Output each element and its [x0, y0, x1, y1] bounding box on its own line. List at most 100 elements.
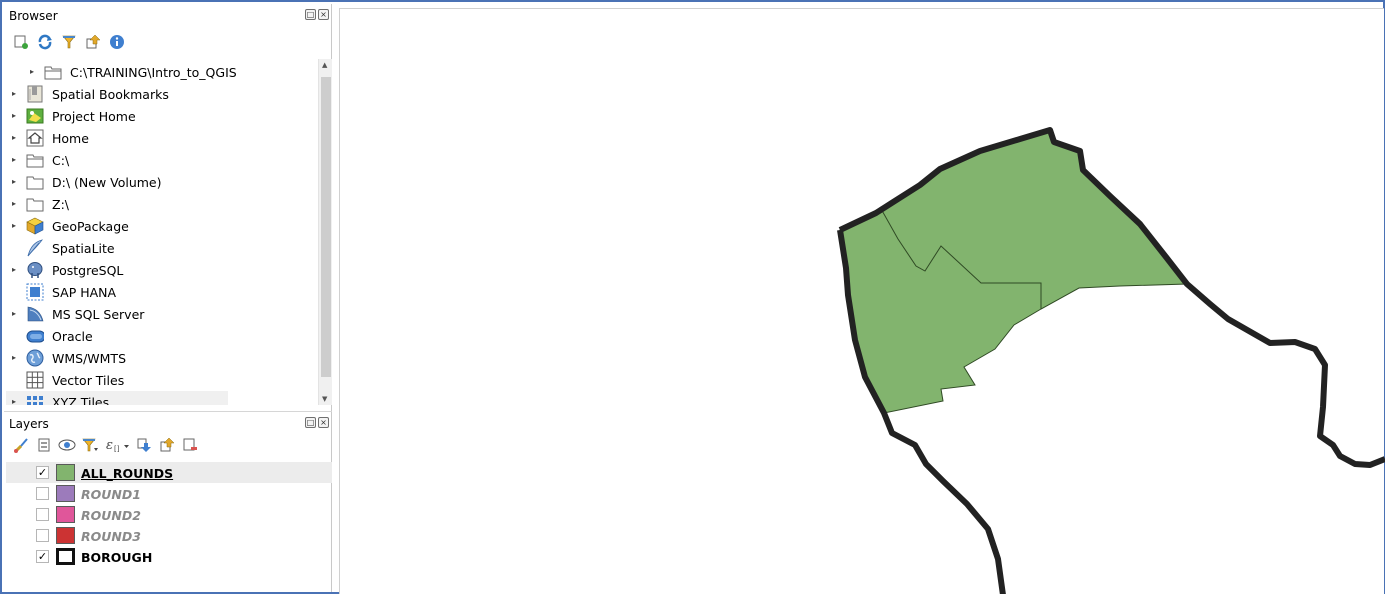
- tree-item-xyz-tiles[interactable]: ▸ XYZ Tiles: [6, 391, 228, 405]
- tree-item-project-home[interactable]: ▸ Project Home: [6, 105, 318, 127]
- expand-arrow-icon[interactable]: ▸: [12, 134, 20, 142]
- filter-icon[interactable]: [60, 33, 78, 51]
- tree-item-home[interactable]: ▸ Home: [6, 127, 318, 149]
- expand-arrow-icon[interactable]: ▸: [12, 90, 20, 98]
- home-icon: [26, 129, 44, 147]
- tree-item-spatial-bookmarks[interactable]: ▸ Spatial Bookmarks: [6, 83, 318, 105]
- tree-item-label: C:\: [52, 153, 70, 168]
- tree-item-z-drive[interactable]: ▸ Z:\: [6, 193, 318, 215]
- float-dock-button[interactable]: □: [305, 9, 316, 20]
- globe-icon: [26, 349, 44, 367]
- layer-name: ROUND1: [81, 487, 141, 502]
- sap-hana-icon: [26, 283, 44, 301]
- layer-symbol-swatch[interactable]: [56, 548, 75, 565]
- expand-all-icon[interactable]: [135, 436, 153, 454]
- tree-item-d-drive[interactable]: ▸ D:\ (New Volume): [6, 171, 318, 193]
- layer-name: ALL_ROUNDS: [81, 466, 174, 481]
- folder-icon: [26, 195, 44, 213]
- tree-item-label: XYZ Tiles: [52, 395, 110, 405]
- remove-layer-icon[interactable]: [181, 436, 199, 454]
- layer-visibility-checkbox[interactable]: [36, 529, 49, 542]
- scroll-down-arrow-icon[interactable]: ▼: [322, 395, 327, 403]
- svg-text:ε: ε: [106, 438, 113, 453]
- expand-arrow-icon[interactable]: ▸: [12, 266, 20, 274]
- layer-visibility-checkbox[interactable]: [36, 508, 49, 521]
- expand-arrow-icon[interactable]: ▸: [12, 200, 20, 208]
- browser-dock-header: Browser □ ×: [4, 4, 332, 26]
- layers-tree: ✓ ALL_ROUNDS ROUND1 ROUND2 ROUND3 ✓ BORO…: [6, 462, 332, 592]
- tree-item-oracle[interactable]: Oracle: [6, 325, 318, 347]
- tree-item-wms-wmts[interactable]: ▸ WMS/WMTS: [6, 347, 318, 369]
- refresh-icon[interactable]: [36, 33, 54, 51]
- expand-arrow-icon[interactable]: ▸: [12, 178, 20, 186]
- add-group-icon[interactable]: [35, 436, 53, 454]
- expression-filter-icon[interactable]: ε[]: [104, 436, 130, 454]
- close-dock-button[interactable]: ×: [318, 417, 329, 428]
- layer-symbol-swatch[interactable]: [56, 464, 75, 481]
- expand-arrow-icon[interactable]: ▸: [12, 112, 20, 120]
- vector-tiles-icon: [26, 371, 44, 389]
- layer-name: ROUND3: [81, 529, 141, 544]
- scroll-up-arrow-icon[interactable]: ▲: [322, 61, 327, 69]
- tree-item-postgresql[interactable]: ▸ PostgreSQL: [6, 259, 318, 281]
- layer-symbol-swatch[interactable]: [56, 506, 75, 523]
- expand-arrow-icon[interactable]: ▸: [12, 398, 20, 406]
- layer-row-all-rounds[interactable]: ✓ ALL_ROUNDS: [6, 462, 332, 483]
- layer-row-round3[interactable]: ROUND3: [6, 525, 332, 546]
- layer-symbol-swatch[interactable]: [56, 527, 75, 544]
- expand-arrow-icon[interactable]: ▸: [12, 222, 20, 230]
- layer-visibility-checkbox[interactable]: ✓: [36, 466, 49, 479]
- mssql-icon: [26, 305, 44, 323]
- info-icon[interactable]: [108, 33, 126, 51]
- browser-tree: ▸ C:\TRAINING\Intro_to_QGIS ▸ Spatial Bo…: [6, 59, 318, 405]
- spatialite-feather-icon: [26, 239, 44, 257]
- layer-row-borough[interactable]: ✓ BOROUGH: [6, 546, 332, 567]
- tree-item-label: Z:\: [52, 197, 69, 212]
- geopackage-icon: [26, 217, 44, 235]
- browser-title: Browser: [9, 9, 58, 23]
- tree-item-label: Home: [52, 131, 89, 146]
- left-dock-panel: Browser □ × ▸ C:\TRAINING\Intro_to_QGIS …: [4, 4, 332, 592]
- svg-text:[]: []: [114, 445, 120, 453]
- tree-item-geopackage[interactable]: ▸ GeoPackage: [6, 215, 318, 237]
- visibility-eye-icon[interactable]: [58, 436, 76, 454]
- layers-dock-header: Layers □ ×: [4, 411, 332, 433]
- layer-row-round2[interactable]: ROUND2: [6, 504, 332, 525]
- expand-arrow-icon[interactable]: ▸: [12, 156, 20, 164]
- tree-item-label: Oracle: [52, 329, 93, 344]
- layer-visibility-checkbox[interactable]: [36, 487, 49, 500]
- tree-item-training-folder[interactable]: ▸ C:\TRAINING\Intro_to_QGIS: [6, 61, 318, 83]
- expand-arrow-icon[interactable]: ▸: [30, 68, 38, 76]
- layers-toolbar: ε[]: [12, 435, 199, 455]
- tree-item-label: D:\ (New Volume): [52, 175, 162, 190]
- tree-item-spatialite[interactable]: SpatiaLite: [6, 237, 318, 259]
- postgresql-elephant-icon: [26, 261, 44, 279]
- filter-legend-icon[interactable]: [81, 436, 99, 454]
- layer-row-round1[interactable]: ROUND1: [6, 483, 332, 504]
- map-canvas[interactable]: [339, 8, 1385, 594]
- layer-symbol-swatch[interactable]: [56, 485, 75, 502]
- scrollbar-thumb[interactable]: [321, 77, 331, 377]
- layer-name: BOROUGH: [81, 550, 153, 565]
- browser-scrollbar[interactable]: ▲ ▼: [318, 59, 332, 405]
- all-rounds-polygon[interactable]: [839, 129, 1188, 414]
- tree-item-label: GeoPackage: [52, 219, 129, 234]
- tree-item-label: WMS/WMTS: [52, 351, 127, 366]
- tree-item-sap-hana[interactable]: SAP HANA: [6, 281, 318, 303]
- folder-icon: [26, 173, 44, 191]
- oracle-icon: [26, 327, 44, 345]
- style-brush-icon[interactable]: [12, 436, 30, 454]
- tree-item-label: PostgreSQL: [52, 263, 124, 278]
- collapse-all-icon[interactable]: [158, 436, 176, 454]
- tree-item-c-drive[interactable]: ▸ C:\: [6, 149, 318, 171]
- close-dock-button[interactable]: ×: [318, 9, 329, 20]
- expand-arrow-icon[interactable]: ▸: [12, 310, 20, 318]
- expand-arrow-icon[interactable]: ▸: [12, 354, 20, 362]
- float-dock-button[interactable]: □: [305, 417, 316, 428]
- add-layer-icon[interactable]: [12, 33, 30, 51]
- layer-visibility-checkbox[interactable]: ✓: [36, 550, 49, 563]
- tree-item-label: SAP HANA: [52, 285, 117, 300]
- collapse-all-icon[interactable]: [84, 33, 102, 51]
- tree-item-vector-tiles[interactable]: Vector Tiles: [6, 369, 318, 391]
- tree-item-mssql[interactable]: ▸ MS SQL Server: [6, 303, 318, 325]
